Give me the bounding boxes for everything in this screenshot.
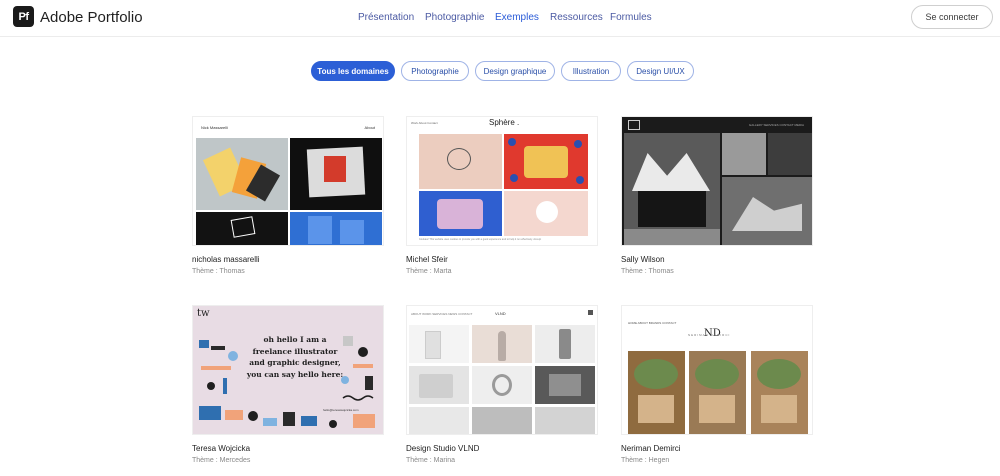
- thumb-image: [409, 366, 469, 404]
- thumb-image: [768, 133, 812, 175]
- portfolio-thumbnail[interactable]: Nick Massarelli About: [192, 116, 384, 246]
- nav-item-exemples[interactable]: Exemples: [495, 12, 539, 23]
- thumb-illustration: [199, 336, 375, 428]
- thumb-image: [472, 407, 532, 434]
- portfolio-theme: Thème : Thomas: [192, 268, 245, 275]
- thumb-image: [290, 138, 382, 210]
- thumb-subtitle: NERIMAN DEMIRCI: [688, 333, 731, 337]
- thumb-site-title: Sphère .: [489, 118, 520, 127]
- thumb-header: ABOUT WORK SERVICES NEWS CONTACT VLND: [407, 306, 597, 322]
- portfolio-theme: Thème : Marina: [406, 457, 456, 464]
- thumb-menu: Work About Contact: [411, 121, 438, 125]
- nav-item-ressources[interactable]: Ressources: [550, 12, 603, 23]
- brand-name[interactable]: Adobe Portfolio: [40, 9, 143, 26]
- filter-design-graphique[interactable]: Design graphique: [475, 61, 555, 81]
- thumb-logo: VLND: [495, 311, 506, 316]
- nav-item-photographie[interactable]: Photographie: [425, 12, 485, 23]
- thumb-header: HOME ABOUT BRANDS CONTACT ND NERIMAN DEM…: [622, 306, 812, 346]
- filter-photographie[interactable]: Photographie: [401, 61, 469, 81]
- thumb-image: [504, 191, 588, 236]
- nav-item-formules[interactable]: Formules: [610, 12, 652, 23]
- portfolio-card[interactable]: tw oh hello I am a freelance illustrator…: [192, 305, 384, 464]
- thumb-image: [535, 366, 595, 404]
- thumb-menu: HOME ABOUT BRANDS CONTACT: [628, 321, 677, 325]
- thumb-site-name: Nick Massarelli: [201, 125, 228, 130]
- thumb-logo: [628, 120, 640, 130]
- portfolio-owner-name[interactable]: Michel Sfeir: [406, 255, 598, 264]
- top-navigation-bar: Pf Adobe Portfolio Présentation Photogra…: [0, 0, 1000, 37]
- thumb-image: [409, 325, 469, 363]
- portfolio-owner-name[interactable]: Sally Wilson: [621, 255, 813, 264]
- thumb-menu: ABOUT WORK SERVICES NEWS CONTACT: [411, 312, 473, 316]
- thumb-header: Nick Massarelli About: [193, 117, 383, 137]
- thumb-menu: GALLERY SERVICES CONTACT MEDIA: [748, 123, 804, 127]
- thumb-image: [722, 177, 812, 245]
- thumb-nav-link: About: [364, 125, 375, 130]
- thumb-image: [722, 133, 766, 175]
- portfolio-card[interactable]: ABOUT WORK SERVICES NEWS CONTACT VLND De…: [406, 305, 598, 464]
- thumb-header: GALLERY SERVICES CONTACT MEDIA: [622, 117, 812, 133]
- thumb-image: [689, 351, 746, 434]
- portfolio-owner-name[interactable]: Teresa Wojcicka: [192, 444, 384, 453]
- thumb-cookie-banner: Cookies! This website uses cookies to pr…: [419, 238, 542, 241]
- portfolio-theme: Thème : Mercedes: [192, 457, 251, 464]
- portfolio-thumbnail[interactable]: tw oh hello I am a freelance illustrator…: [192, 305, 384, 435]
- filter-all-domains[interactable]: Tous les domaines: [311, 61, 395, 81]
- portfolio-card[interactable]: HOME ABOUT BRANDS CONTACT ND NERIMAN DEM…: [621, 305, 813, 464]
- thumb-image: [504, 134, 588, 189]
- filter-design-ui-ux[interactable]: Design UI/UX: [627, 61, 694, 81]
- login-button[interactable]: Se connecter: [911, 5, 993, 29]
- portfolio-card[interactable]: Nick Massarelli About nicholas massarell…: [192, 116, 384, 275]
- thumb-image: [409, 407, 469, 434]
- thumb-menu-icon: [588, 310, 593, 315]
- filter-illustration[interactable]: Illustration: [561, 61, 621, 81]
- portfolio-thumbnail[interactable]: ABOUT WORK SERVICES NEWS CONTACT VLND: [406, 305, 598, 435]
- portfolio-theme: Thème : Thomas: [621, 268, 674, 275]
- thumb-image: [290, 212, 382, 245]
- portfolio-thumbnail[interactable]: HOME ABOUT BRANDS CONTACT ND NERIMAN DEM…: [621, 305, 813, 435]
- thumb-image: [419, 191, 502, 236]
- portfolio-theme: Thème : Marta: [406, 268, 452, 275]
- portfolio-thumbnail[interactable]: Work About Contact Sphère . Cookies! Thi…: [406, 116, 598, 246]
- thumb-image: [624, 133, 720, 245]
- thumb-image: [628, 351, 685, 434]
- thumb-email: hello@teresawojcicka.com: [323, 408, 359, 412]
- thumb-image: [472, 325, 532, 363]
- portfolio-card[interactable]: GALLERY SERVICES CONTACT MEDIA Sally Wil…: [621, 116, 813, 275]
- portfolio-card[interactable]: Work About Contact Sphère . Cookies! Thi…: [406, 116, 598, 275]
- thumb-image: [472, 366, 532, 404]
- portfolio-owner-name[interactable]: nicholas massarelli: [192, 255, 384, 264]
- thumb-image: [751, 351, 808, 434]
- portfolio-theme: Thème : Hegen: [621, 457, 670, 464]
- thumb-image: [196, 212, 288, 245]
- portfolio-owner-name[interactable]: Neriman Demirci: [621, 444, 813, 453]
- thumb-image: [535, 407, 595, 434]
- nav-item-presentation[interactable]: Présentation: [358, 12, 414, 23]
- adobe-portfolio-logo[interactable]: Pf: [13, 6, 34, 27]
- category-filters: Tous les domaines Photographie Design gr…: [0, 61, 1000, 81]
- thumb-image: [419, 134, 502, 189]
- thumb-image: [535, 325, 595, 363]
- thumb-image: [196, 138, 288, 210]
- portfolio-thumbnail[interactable]: GALLERY SERVICES CONTACT MEDIA: [621, 116, 813, 246]
- portfolio-owner-name[interactable]: Design Studio VLND: [406, 444, 598, 453]
